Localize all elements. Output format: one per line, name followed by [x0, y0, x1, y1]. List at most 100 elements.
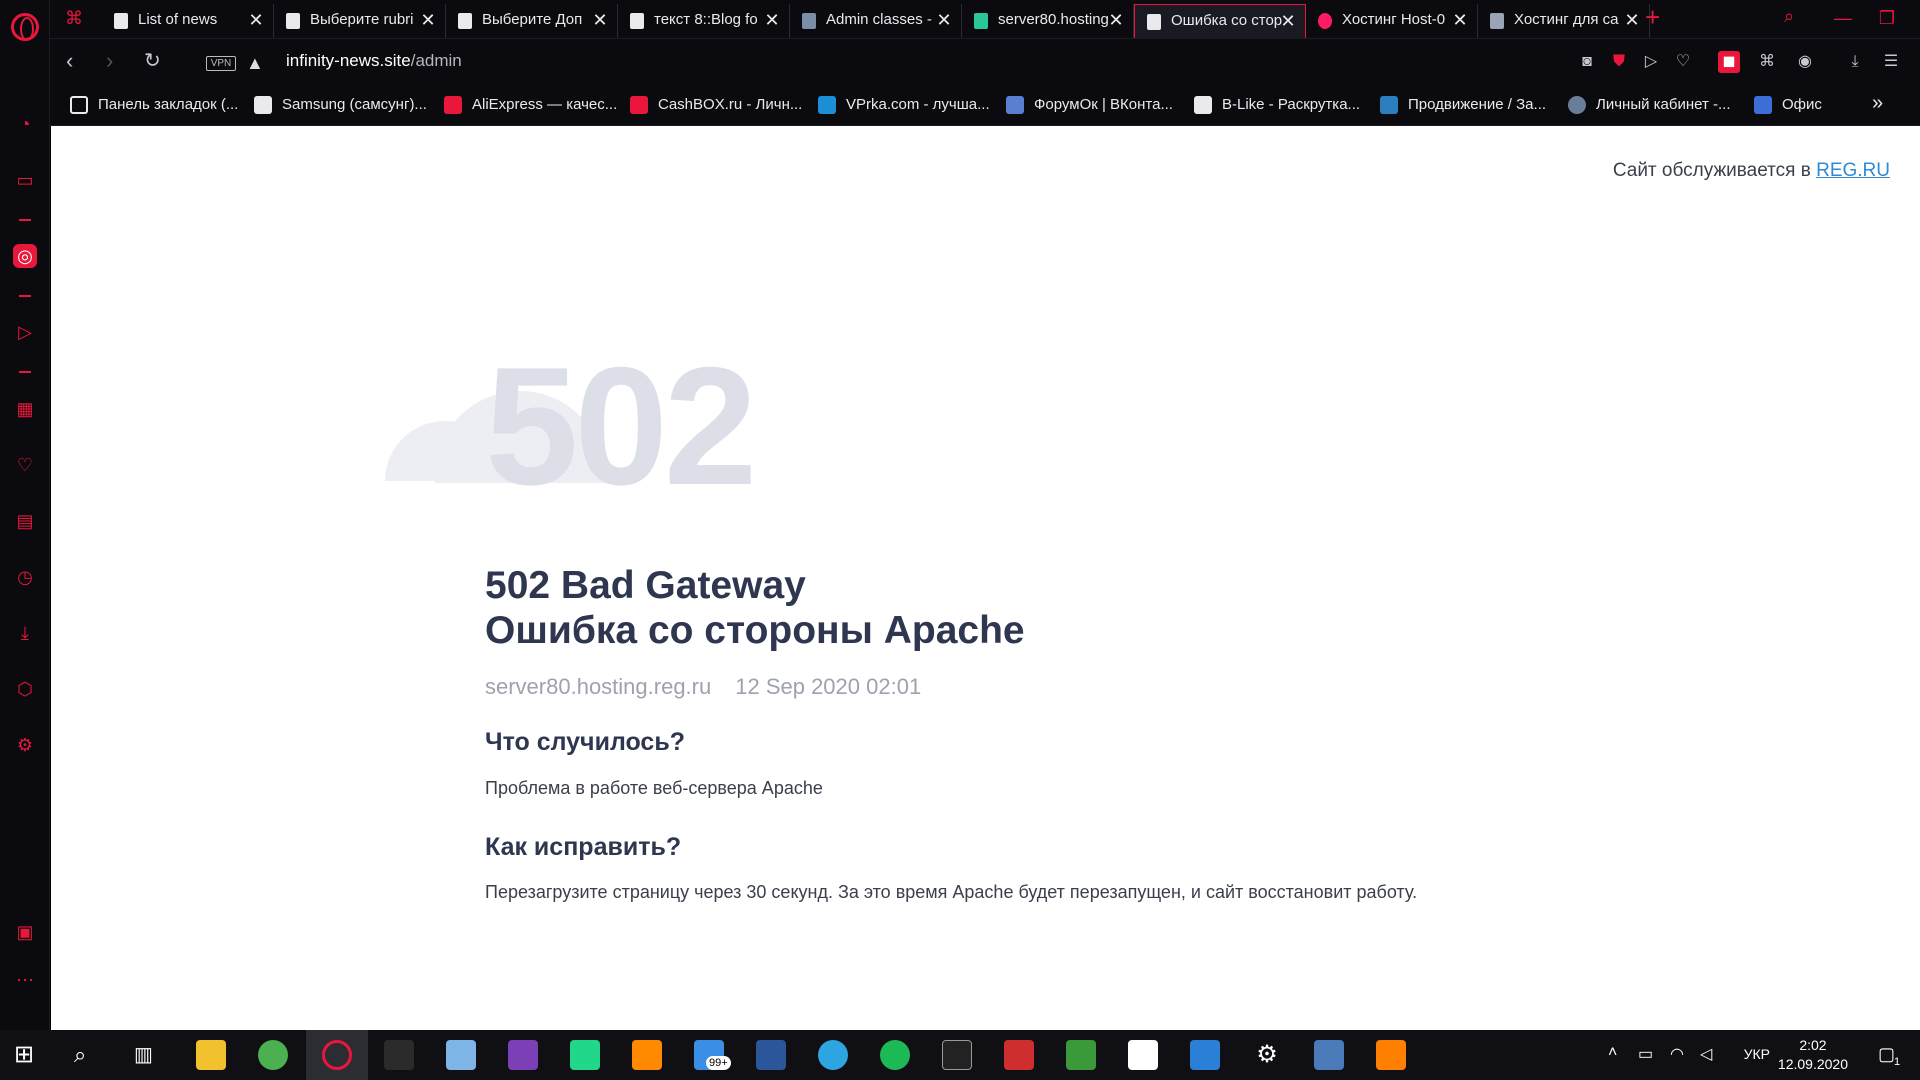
vlc-icon[interactable]: [1376, 1040, 1406, 1070]
bookmark-item[interactable]: Продвижение / За...: [1380, 94, 1546, 116]
language-indicator[interactable]: УКР: [1744, 1046, 1770, 1062]
notepad-icon[interactable]: [446, 1040, 476, 1070]
tab[interactable]: Admin classes - ✕: [790, 4, 962, 38]
close-icon[interactable]: ✕: [419, 4, 437, 36]
downloads-icon[interactable]: ⤓: [13, 621, 37, 645]
close-icon[interactable]: ✕: [935, 4, 953, 36]
battery-icon[interactable]: ▭: [1638, 1044, 1653, 1064]
forum-icon: [1006, 96, 1024, 114]
camera-icon[interactable]: ◙: [1576, 51, 1598, 73]
workspaces-icon[interactable]: ▦: [13, 397, 37, 421]
reload-icon[interactable]: ↻: [144, 49, 161, 73]
tab[interactable]: List of news ✕: [102, 4, 274, 38]
word-icon[interactable]: [756, 1040, 786, 1070]
tab-active[interactable]: Ошибка со стор ✕: [1134, 4, 1306, 38]
folder-icon: [70, 96, 88, 114]
forward-icon[interactable]: ›: [106, 49, 113, 73]
mail-badge: 99+: [706, 1056, 731, 1070]
easy-setup-icon[interactable]: ☰: [1880, 51, 1902, 73]
spotify-icon[interactable]: [880, 1040, 910, 1070]
bookmarks-bar: Панель закладок (... Samsung (самсунг)..…: [50, 84, 1920, 126]
evernote-icon[interactable]: [1128, 1040, 1158, 1070]
speed-dial-icon[interactable]: ◔: [13, 112, 37, 136]
warning-icon[interactable]: ▲: [246, 53, 264, 74]
download-icon[interactable]: ⤓: [1844, 51, 1866, 73]
cpu-icon[interactable]: ▣: [13, 920, 37, 944]
chrome-icon[interactable]: [258, 1040, 288, 1070]
notion-icon[interactable]: [384, 1040, 414, 1070]
new-tab-button[interactable]: +: [1645, 2, 1660, 33]
tab[interactable]: Выберите rubri ✕: [274, 4, 446, 38]
instagram-icon[interactable]: ◎: [13, 244, 37, 268]
pycharm-icon[interactable]: [570, 1040, 600, 1070]
shield-icon[interactable]: [1190, 1040, 1220, 1070]
settings-icon[interactable]: ⚙: [1252, 1040, 1282, 1070]
tab[interactable]: Хостинг для са ✕: [1478, 4, 1650, 38]
close-icon[interactable]: ✕: [1623, 4, 1641, 36]
extension-icon[interactable]: ⌘: [1756, 51, 1778, 73]
news-icon[interactable]: ▤: [13, 509, 37, 533]
heart-icon[interactable]: ♡: [13, 453, 37, 477]
gaming-icon[interactable]: ⌘: [62, 6, 86, 30]
terminal-icon[interactable]: [942, 1040, 972, 1070]
tab[interactable]: Выберите Доп ✕: [446, 4, 618, 38]
close-window-button[interactable]: [1888, 4, 1918, 32]
clock[interactable]: 2:02 12.09.2020: [1778, 1036, 1848, 1074]
app-icon[interactable]: [1066, 1040, 1096, 1070]
tab[interactable]: текст 8::Blog fo ✕: [618, 4, 790, 38]
task-view-icon[interactable]: ▥: [134, 1040, 164, 1070]
bookmark-item[interactable]: AliExpress — качес...: [444, 94, 617, 116]
close-icon[interactable]: ✕: [1107, 4, 1125, 36]
bookmark-item[interactable]: Офис: [1754, 94, 1822, 116]
opera-logo-icon[interactable]: [11, 13, 39, 41]
file-explorer-icon[interactable]: [196, 1040, 226, 1070]
bookmark-item[interactable]: Панель закладок (...: [70, 94, 238, 116]
opera-icon[interactable]: [322, 1040, 352, 1070]
heart-icon[interactable]: ♡: [1672, 51, 1694, 73]
extensions-icon[interactable]: ⬡: [13, 677, 37, 701]
extension-icon[interactable]: ◼: [1718, 51, 1740, 73]
url-path: /admin: [410, 51, 462, 70]
bookmark-item[interactable]: B-Like - Раскрутка...: [1194, 94, 1360, 116]
bookmark-item[interactable]: CashBOX.ru - Личн...: [630, 94, 802, 116]
triangle-icon: [1380, 96, 1398, 114]
tab[interactable]: Хостинг Host-0 ✕: [1306, 4, 1478, 38]
bookmark-item[interactable]: ФорумОк | ВКонта...: [1006, 94, 1173, 116]
bookmark-item[interactable]: Личный кабинет -...: [1568, 94, 1731, 116]
tab[interactable]: server80.hosting ✕: [962, 4, 1134, 38]
network-app-icon[interactable]: [1314, 1040, 1344, 1070]
close-icon[interactable]: ✕: [591, 4, 609, 36]
search-tabs-icon[interactable]: ⌕: [1784, 6, 1794, 27]
url-field[interactable]: infinity-news.site/admin: [286, 51, 462, 71]
visual-studio-icon[interactable]: [508, 1040, 538, 1070]
close-icon[interactable]: ✕: [763, 4, 781, 36]
wifi-icon[interactable]: ◠: [1670, 1044, 1684, 1064]
history-icon[interactable]: ◷: [13, 565, 37, 589]
app-icon[interactable]: [1004, 1040, 1034, 1070]
reg-ru-link[interactable]: REG.RU: [1816, 160, 1890, 181]
volume-icon[interactable]: ◁: [1700, 1044, 1712, 1064]
minimize-button[interactable]: —: [1828, 4, 1858, 32]
twitch-icon[interactable]: ▭: [13, 168, 37, 192]
close-icon[interactable]: ✕: [1279, 5, 1297, 37]
search-icon[interactable]: ⌕: [74, 1040, 104, 1070]
windows-start-icon[interactable]: ⊞: [14, 1040, 44, 1070]
telegram-icon[interactable]: [818, 1040, 848, 1070]
notifications-icon[interactable]: ▢: [1878, 1044, 1895, 1065]
send-icon[interactable]: ▷: [1640, 51, 1662, 73]
close-icon[interactable]: ✕: [1451, 4, 1469, 36]
settings-icon[interactable]: ⚙: [13, 733, 37, 757]
profile-icon[interactable]: ◉: [1794, 51, 1816, 73]
vpn-badge[interactable]: VPN: [206, 56, 236, 71]
adblock-icon[interactable]: ⛊: [1608, 51, 1630, 73]
chevron-right-icon[interactable]: »: [1872, 92, 1883, 115]
illustrator-icon[interactable]: [632, 1040, 662, 1070]
chevron-up-icon[interactable]: ˄: [1608, 1044, 1617, 1062]
bookmark-item[interactable]: VPrka.com - лучша...: [818, 94, 990, 116]
back-icon[interactable]: ‹: [66, 49, 73, 73]
send-icon[interactable]: ▷: [13, 320, 37, 344]
more-icon[interactable]: ⋯: [13, 968, 37, 992]
close-icon[interactable]: ✕: [247, 4, 265, 36]
bookmark-item[interactable]: Samsung (самсунг)...: [254, 94, 427, 116]
taskbar: ⊞ ⌕ ▥ 99+ ⚙ ˄ ▭ ◠ ◁ УКР 2:02 12.09.2020 ▢…: [0, 1030, 1920, 1080]
